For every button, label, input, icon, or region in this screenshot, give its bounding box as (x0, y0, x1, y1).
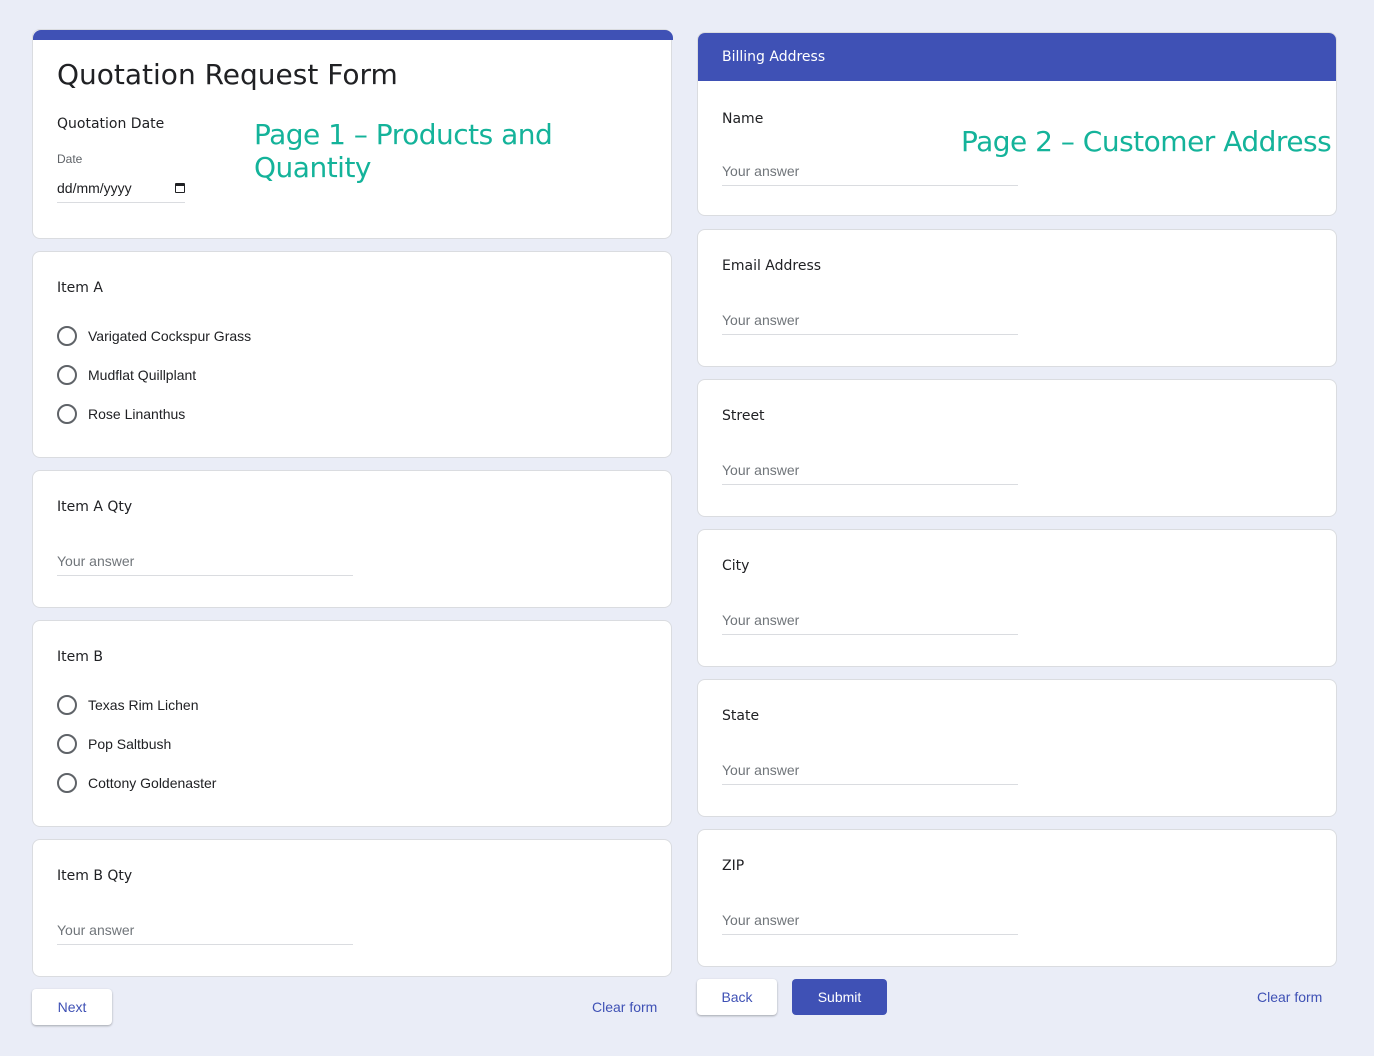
date-sublabel: Date (57, 152, 83, 166)
radio-button[interactable] (57, 773, 77, 793)
billing-address-card: Billing Address Name Your answer Page 2 … (697, 32, 1337, 216)
radio-button[interactable] (57, 404, 77, 424)
city-label: City (722, 558, 750, 574)
option-label: Mudflat Quillplant (88, 367, 197, 383)
name-input[interactable]: Your answer (722, 163, 1018, 186)
item-b-qty-label: Item B Qty (57, 868, 133, 884)
item-b-qty-card: Item B Qty Your answer (32, 839, 672, 977)
option-label: Pop Saltbush (88, 736, 172, 752)
city-input[interactable]: Your answer (722, 612, 1018, 635)
item-a-label: Item A (57, 280, 103, 296)
radio-button[interactable] (57, 326, 77, 346)
street-label: Street (722, 408, 765, 424)
option-label: Rose Linanthus (88, 406, 186, 422)
email-label: Email Address (722, 258, 822, 274)
state-label: State (722, 708, 760, 724)
quotation-date-input[interactable]: dd/mm/yyyy (57, 180, 185, 203)
item-b-qty-input[interactable]: Your answer (57, 922, 353, 945)
quotation-date-label: Quotation Date (57, 116, 165, 132)
city-card: City Your answer (697, 529, 1337, 667)
back-button[interactable]: Back (697, 979, 777, 1015)
submit-button[interactable]: Submit (792, 979, 887, 1015)
email-input[interactable]: Your answer (722, 312, 1018, 335)
section-header: Billing Address (698, 33, 1336, 81)
item-b-option[interactable]: Cottony Goldenaster (57, 773, 216, 793)
radio-button[interactable] (57, 695, 77, 715)
item-a-qty-card: Item A Qty Your answer (32, 470, 672, 608)
item-b-option[interactable]: Pop Saltbush (57, 734, 171, 754)
item-a-card: Item A Varigated Cockspur Grass Mudflat … (32, 251, 672, 458)
clear-form-link[interactable]: Clear form (592, 999, 657, 1015)
state-input[interactable]: Your answer (722, 762, 1018, 785)
name-label: Name (722, 111, 764, 127)
section-title: Billing Address (722, 49, 826, 65)
radio-button[interactable] (57, 734, 77, 754)
item-a-qty-input[interactable]: Your answer (57, 553, 353, 576)
street-card: Street Your answer (697, 379, 1337, 517)
page-1-annotation: Page 1 – Products and Quantity (254, 118, 553, 184)
zip-card: ZIP Your answer (697, 829, 1337, 967)
item-a-qty-label: Item A Qty (57, 499, 133, 515)
page-2-annotation: Page 2 – Customer Address (961, 125, 1332, 158)
email-card: Email Address Your answer (697, 229, 1337, 367)
item-b-label: Item B (57, 649, 103, 665)
calendar-icon[interactable] (175, 183, 185, 193)
title-card: Quotation Request Form Quotation Date Da… (32, 29, 673, 239)
form-title: Quotation Request Form (57, 58, 398, 91)
next-button[interactable]: Next (32, 989, 112, 1025)
option-label: Varigated Cockspur Grass (88, 328, 252, 344)
radio-button[interactable] (57, 365, 77, 385)
date-placeholder: dd/mm/yyyy (57, 180, 132, 196)
title-card-accent-bar (33, 30, 673, 40)
item-a-option[interactable]: Varigated Cockspur Grass (57, 326, 251, 346)
state-card: State Your answer (697, 679, 1337, 817)
option-label: Cottony Goldenaster (88, 775, 217, 791)
item-b-option[interactable]: Texas Rim Lichen (57, 695, 199, 715)
option-label: Texas Rim Lichen (88, 697, 199, 713)
item-a-option[interactable]: Mudflat Quillplant (57, 365, 196, 385)
clear-form-link[interactable]: Clear form (1257, 989, 1322, 1005)
zip-label: ZIP (722, 858, 745, 874)
item-a-option[interactable]: Rose Linanthus (57, 404, 185, 424)
street-input[interactable]: Your answer (722, 462, 1018, 485)
zip-input[interactable]: Your answer (722, 912, 1018, 935)
item-b-card: Item B Texas Rim Lichen Pop Saltbush Cot… (32, 620, 672, 827)
